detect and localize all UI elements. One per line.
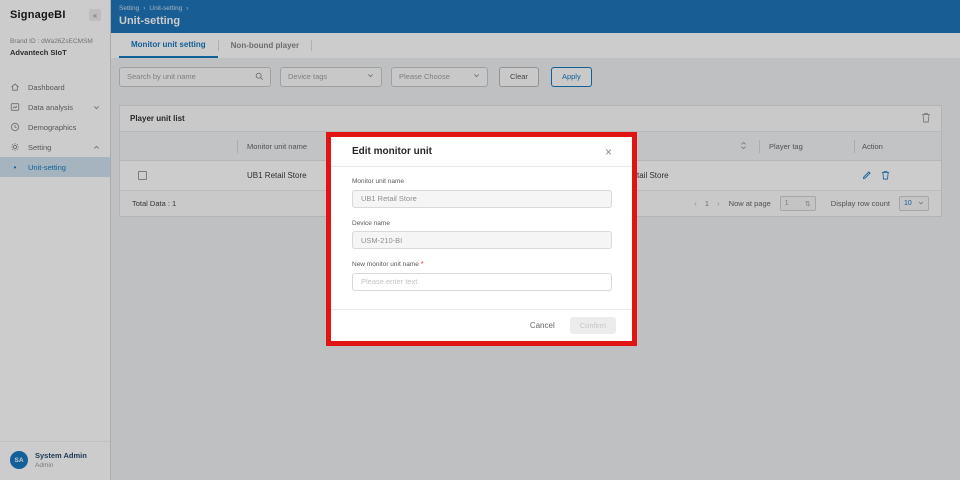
device-name-label: Device name [352,220,612,227]
new-monitor-unit-name-field[interactable] [352,273,612,291]
device-name-field[interactable] [352,231,612,249]
app-window: SignageBI « Brand ID : dWa26ZsECMSM Adva… [0,0,960,480]
monitor-unit-name-label: Monitor unit name [352,178,612,185]
edit-monitor-unit-modal: Edit monitor unit × Monitor unit name De… [326,132,637,346]
cancel-button[interactable]: Cancel [530,321,555,330]
required-asterisk: * [421,261,424,268]
confirm-button[interactable]: Confirm [570,317,616,334]
monitor-unit-name-field[interactable] [352,190,612,208]
close-icon[interactable]: × [605,146,612,158]
modal-title: Edit monitor unit [352,146,432,157]
new-monitor-unit-name-label: New monitor unit name* [352,261,612,268]
